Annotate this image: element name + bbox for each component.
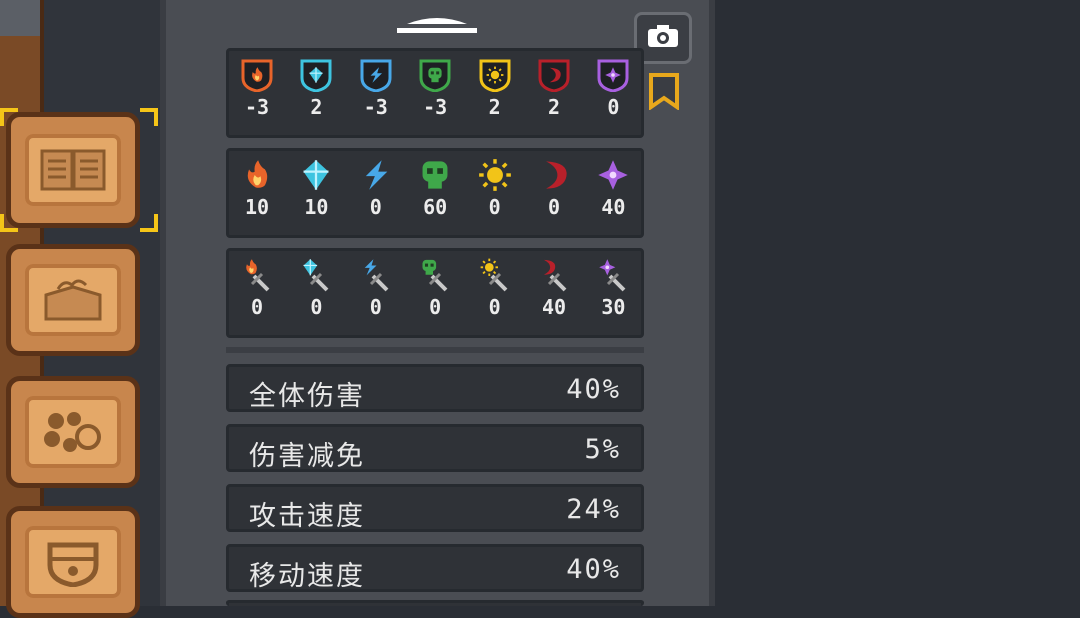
element-value: -3 bbox=[244, 95, 270, 119]
arcane-shield-icon bbox=[584, 58, 642, 92]
element-value: 0 bbox=[250, 295, 264, 319]
divider bbox=[226, 347, 644, 353]
selection-corner bbox=[0, 214, 18, 232]
element-value: 0 bbox=[607, 95, 620, 119]
element-cell: 60 bbox=[406, 158, 464, 218]
element-value: 60 bbox=[423, 195, 448, 219]
stat-next bbox=[226, 600, 644, 606]
lightning-sword-icon bbox=[347, 258, 405, 292]
fire-sword-icon bbox=[228, 258, 286, 292]
fire-icon bbox=[228, 158, 286, 192]
tab-equipment[interactable] bbox=[6, 506, 140, 618]
element-value: 0 bbox=[429, 295, 442, 319]
element-value: 0 bbox=[369, 295, 382, 319]
poison-sword-icon bbox=[406, 258, 464, 292]
weapon-element-cell: 0 bbox=[287, 258, 345, 318]
resistance-cell: 2 bbox=[525, 58, 583, 118]
element-cell: 0 bbox=[347, 158, 405, 218]
pole-cap bbox=[0, 0, 40, 36]
element-value: 2 bbox=[310, 95, 323, 119]
poison-icon bbox=[406, 158, 464, 192]
resistance-cell: 2 bbox=[287, 58, 345, 118]
lightning-shield-icon bbox=[347, 58, 405, 92]
lightning-icon bbox=[347, 158, 405, 192]
element-value: 0 bbox=[547, 195, 561, 219]
element-value: 0 bbox=[488, 295, 501, 319]
dark-shield-icon bbox=[525, 58, 583, 92]
resistance-cell: -3 bbox=[406, 58, 464, 118]
element-value: 40 bbox=[601, 195, 626, 219]
stat-damage-reduction: 伤害减免 5% bbox=[226, 424, 644, 472]
stat-label: 移动速度 bbox=[249, 561, 365, 592]
ice-sword-icon bbox=[287, 258, 345, 292]
tab-codex[interactable] bbox=[6, 112, 140, 228]
arcane-sword-icon bbox=[584, 258, 642, 292]
fire-shield-icon bbox=[228, 58, 286, 92]
resistance-cell: -3 bbox=[228, 58, 286, 118]
tab-gems[interactable] bbox=[6, 376, 140, 488]
element-value: -3 bbox=[423, 95, 448, 119]
right-background bbox=[715, 0, 1080, 606]
element-value: 10 bbox=[304, 195, 329, 219]
element-value: 0 bbox=[488, 195, 501, 219]
ice-icon bbox=[287, 158, 345, 192]
dark-sword-icon bbox=[525, 258, 583, 292]
element-value: 2 bbox=[488, 95, 501, 119]
light-icon bbox=[466, 158, 524, 192]
element-cell: 0 bbox=[525, 158, 583, 218]
stat-label: 攻击速度 bbox=[249, 501, 365, 532]
stat-value: 5% bbox=[584, 434, 621, 465]
resistance-cell: 2 bbox=[466, 58, 524, 118]
arcane-icon bbox=[584, 158, 642, 192]
stat-label: 全体伤害 bbox=[249, 381, 365, 412]
dark-icon bbox=[525, 158, 583, 192]
weapon-element-cell: 0 bbox=[347, 258, 405, 318]
element-value: 0 bbox=[369, 195, 382, 219]
bookmark-icon[interactable] bbox=[648, 72, 680, 111]
camera-icon bbox=[646, 23, 680, 53]
light-sword-icon bbox=[466, 258, 524, 292]
gems-icon bbox=[25, 396, 121, 468]
resistance-cell: 0 bbox=[584, 58, 642, 118]
weapon-element-cell: 0 bbox=[466, 258, 524, 318]
element-value: 0 bbox=[310, 295, 323, 319]
poison-shield-icon bbox=[406, 58, 464, 92]
stat-label: 伤害减免 bbox=[249, 441, 365, 472]
selection-corner bbox=[140, 108, 158, 126]
element-value: 2 bbox=[547, 95, 561, 119]
collapse-handle-icon[interactable] bbox=[397, 12, 477, 38]
stat-total-damage: 全体伤害 40% bbox=[226, 364, 644, 412]
stat-attack-speed: 攻击速度 24% bbox=[226, 484, 644, 532]
box-icon bbox=[25, 264, 121, 336]
tab-materials[interactable] bbox=[6, 244, 140, 356]
stat-value: 40% bbox=[566, 374, 621, 405]
element-value: -3 bbox=[363, 95, 388, 119]
weapon-element-cell: 0 bbox=[406, 258, 464, 318]
stat-move-speed: 移动速度 40% bbox=[226, 544, 644, 592]
light-shield-icon bbox=[466, 58, 524, 92]
stat-value: 24% bbox=[566, 494, 621, 525]
weapon-element-cell: 40 bbox=[525, 258, 583, 318]
element-cell: 10 bbox=[228, 158, 286, 218]
shield-icon bbox=[25, 526, 121, 598]
element-value: 10 bbox=[244, 195, 270, 219]
stat-value: 40% bbox=[566, 554, 621, 585]
element-cell: 0 bbox=[466, 158, 524, 218]
weapon-element-cell: 30 bbox=[584, 258, 642, 318]
book-icon bbox=[25, 134, 121, 206]
ice-shield-icon bbox=[287, 58, 345, 92]
element-value: 30 bbox=[601, 295, 626, 319]
element-value: 40 bbox=[541, 295, 567, 319]
selection-corner bbox=[140, 214, 158, 232]
resistance-cell: -3 bbox=[347, 58, 405, 118]
selection-corner bbox=[0, 108, 18, 126]
weapon-element-cell: 0 bbox=[228, 258, 286, 318]
element-cell: 10 bbox=[287, 158, 345, 218]
element-cell: 40 bbox=[584, 158, 642, 218]
